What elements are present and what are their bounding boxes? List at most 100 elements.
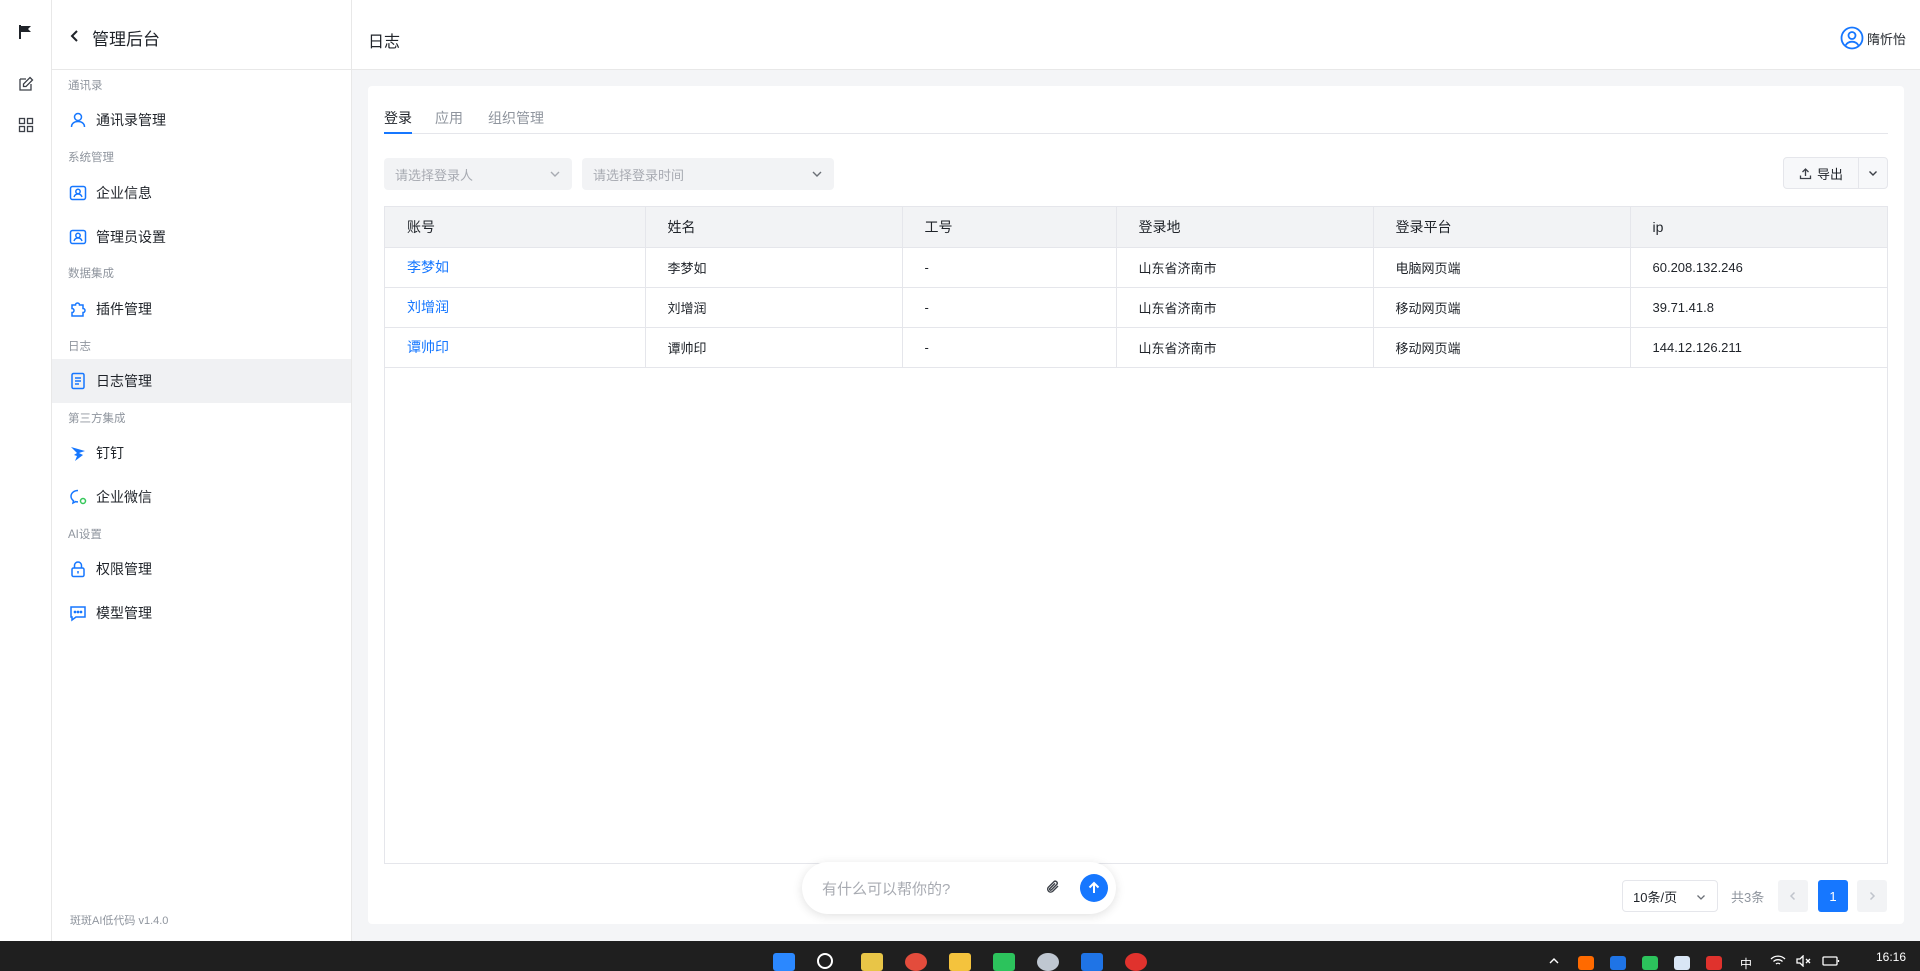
total-count: 共3条	[1731, 889, 1765, 905]
apps-grid-icon[interactable]	[14, 113, 38, 137]
chat-bubble-icon	[68, 603, 88, 623]
back-chevron-icon[interactable]	[68, 29, 82, 46]
dingtalk-tray-icon[interactable]	[1610, 956, 1626, 970]
cell-location: 山东省济南市	[1116, 327, 1374, 368]
cell-name: 谭帅印	[645, 327, 903, 368]
export-button[interactable]: 导出	[1784, 158, 1859, 188]
sidebar-item-permission-management[interactable]: 权限管理	[52, 547, 351, 591]
page-size-select[interactable]: 10条/页	[1622, 880, 1718, 912]
battery-icon[interactable]	[1822, 955, 1840, 969]
user-icon	[68, 110, 88, 130]
search-icon[interactable]	[817, 953, 833, 969]
next-page-button[interactable]	[1857, 880, 1887, 912]
ime-indicator[interactable]: 中	[1740, 955, 1752, 971]
wechat-app-icon[interactable]	[993, 953, 1015, 971]
cell-platform: 移动网页端	[1373, 287, 1631, 328]
sidebar-item-model-management[interactable]: 模型管理	[52, 591, 351, 635]
wecom-icon	[68, 487, 88, 507]
user-menu[interactable]: 隋忻怡	[1840, 26, 1906, 50]
login-time-placeholder: 请选择登录时间	[593, 167, 685, 183]
cell-name: 李梦如	[645, 247, 903, 288]
account-link[interactable]: 刘增润	[385, 287, 646, 328]
column-header-employee-id: 工号	[902, 207, 1117, 248]
wechat-tray-icon[interactable]	[1642, 956, 1658, 970]
group-label-ai: AI设置	[68, 529, 102, 541]
puzzle-icon	[68, 299, 88, 319]
column-header-login-platform: 登录平台	[1373, 207, 1631, 248]
sidebar-header[interactable]: 管理后台	[52, 6, 351, 70]
weibo-app-icon[interactable]	[1125, 953, 1147, 971]
dingtalk-icon	[68, 443, 88, 463]
group-label-data: 数据集成	[68, 268, 114, 280]
notepad-app-icon[interactable]	[861, 953, 883, 971]
arrow-up-icon	[1088, 881, 1100, 893]
sidebar-item-label: 钉钉	[96, 445, 124, 461]
sidebar-item-contacts-management[interactable]: 通讯录管理	[52, 98, 351, 142]
paperclip-icon[interactable]	[1044, 878, 1062, 900]
dingtalk-app-icon[interactable]	[1081, 953, 1103, 971]
login-log-table: 账号 姓名 工号 登录地 登录平台 ip 李梦如 李梦如 - 山东省济南市 电脑…	[384, 206, 1888, 864]
top-header: 日志 隋忻怡	[352, 6, 1920, 70]
cell-platform: 移动网页端	[1373, 327, 1631, 368]
upload-icon	[1799, 167, 1812, 179]
app-tray-icon[interactable]	[1674, 956, 1690, 970]
tab-login[interactable]: 登录	[384, 108, 412, 134]
user-avatar-icon	[1840, 26, 1864, 50]
version-label: 斑斑AI低代码 v1.4.0	[70, 915, 169, 927]
prev-page-button[interactable]	[1778, 880, 1808, 912]
cell-location: 山东省济南市	[1116, 287, 1374, 328]
sidebar-item-log-management[interactable]: 日志管理	[52, 359, 351, 403]
account-link[interactable]: 谭帅印	[385, 327, 646, 368]
tab-application[interactable]: 应用	[435, 108, 463, 134]
file-explorer-icon[interactable]	[949, 953, 971, 971]
chevron-down-icon	[548, 167, 562, 181]
export-dropdown-button[interactable]	[1859, 158, 1887, 188]
cell-ip: 60.208.132.246	[1630, 247, 1887, 288]
cell-employee-id: -	[902, 327, 1117, 368]
cell-platform: 电脑网页端	[1373, 247, 1631, 288]
page-size-value: 10条/页	[1633, 889, 1678, 905]
chevron-left-icon	[1789, 891, 1796, 901]
chrome-app-icon[interactable]	[905, 953, 927, 971]
clock-time[interactable]: 16:16	[1876, 950, 1906, 964]
sidebar-item-plugin-management[interactable]: 插件管理	[52, 287, 351, 331]
sidebar-item-company-info[interactable]: 企业信息	[52, 171, 351, 215]
document-icon	[68, 371, 88, 391]
group-label-system: 系统管理	[68, 152, 114, 164]
login-user-placeholder: 请选择登录人	[395, 167, 474, 183]
sidebar-item-label: 日志管理	[96, 373, 152, 389]
tab-organization-management[interactable]: 组织管理	[488, 108, 544, 134]
cell-employee-id: -	[902, 247, 1117, 288]
sidebar-item-dingtalk[interactable]: 钉钉	[52, 431, 351, 475]
sidebar-item-wecom[interactable]: 企业微信	[52, 475, 351, 519]
account-link[interactable]: 李梦如	[385, 247, 646, 288]
weibo-tray-icon[interactable]	[1706, 956, 1722, 970]
export-label: 导出	[1816, 166, 1843, 182]
send-button[interactable]	[1080, 874, 1108, 902]
column-header-login-location: 登录地	[1116, 207, 1374, 248]
sidebar-item-label: 通讯录管理	[96, 112, 166, 128]
taobao-tray-icon[interactable]	[1578, 956, 1594, 970]
cell-location: 山东省济南市	[1116, 247, 1374, 288]
ai-chat-input[interactable]: 有什么可以帮你的?	[802, 862, 1116, 914]
table-row: 刘增润 刘增润 - 山东省济南市 移动网页端 39.71.41.8	[385, 287, 1887, 328]
sidebar-item-admin-settings[interactable]: 管理员设置	[52, 215, 351, 259]
sidebar-item-label: 企业微信	[96, 489, 152, 505]
chevron-down-icon	[1697, 895, 1705, 900]
volume-muted-icon[interactable]	[1796, 954, 1812, 969]
avatar-app-icon[interactable]	[1037, 953, 1059, 971]
chevron-down-icon	[810, 167, 824, 181]
admin-card-icon	[68, 227, 88, 247]
page-button-current[interactable]: 1	[1818, 880, 1848, 912]
os-taskbar: 中 16:16	[0, 941, 1920, 971]
windows-start-icon[interactable]	[773, 953, 795, 971]
login-time-select[interactable]: 请选择登录时间	[582, 158, 834, 190]
tray-expand-icon[interactable]	[1548, 955, 1560, 969]
wifi-icon[interactable]	[1770, 955, 1786, 969]
column-header-name: 姓名	[645, 207, 903, 248]
flag-logo-icon[interactable]	[14, 20, 38, 44]
edit-icon[interactable]	[14, 72, 38, 96]
table-row: 谭帅印 谭帅印 - 山东省济南市 移动网页端 144.12.126.211	[385, 327, 1887, 368]
login-user-select[interactable]: 请选择登录人	[384, 158, 572, 190]
table-header-row: 账号 姓名 工号 登录地 登录平台 ip	[385, 207, 1887, 248]
